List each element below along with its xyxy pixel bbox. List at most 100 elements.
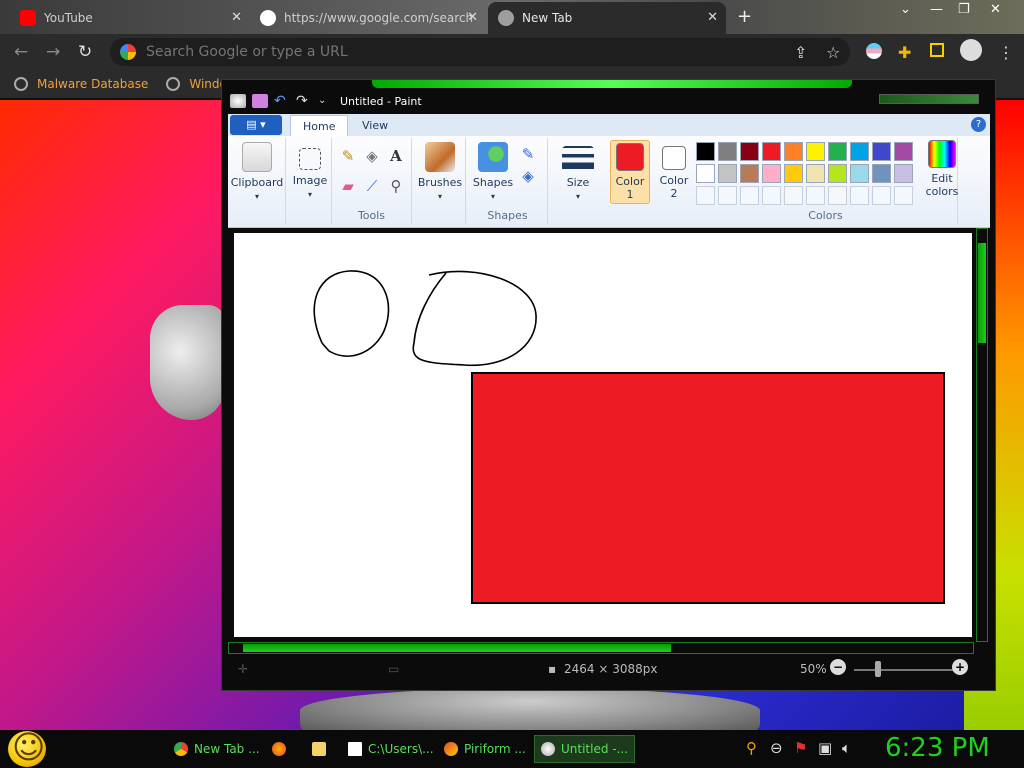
- start-button[interactable]: [8, 728, 46, 767]
- palette-swatch[interactable]: [762, 164, 781, 183]
- reload-icon[interactable]: ↻: [78, 42, 92, 62]
- palette-swatch[interactable]: [784, 186, 803, 205]
- pencil-icon[interactable]: ✎: [338, 146, 358, 166]
- zoom-slider-thumb[interactable]: [875, 661, 881, 677]
- back-icon[interactable]: ←: [14, 42, 28, 62]
- extension-flag-icon[interactable]: [866, 43, 882, 59]
- palette-swatch[interactable]: [806, 142, 825, 161]
- menu-kebab-icon[interactable]: ⋮: [998, 43, 1014, 62]
- zoom-in-icon[interactable]: +: [952, 659, 968, 675]
- palette-swatch[interactable]: [850, 186, 869, 205]
- address-input[interactable]: [146, 44, 746, 60]
- palette-swatch[interactable]: [784, 164, 803, 183]
- palette-swatch[interactable]: [894, 142, 913, 161]
- palette-swatch[interactable]: [872, 164, 891, 183]
- quick-access-dropdown-icon[interactable]: ⌄: [318, 94, 334, 108]
- shapes-button[interactable]: Shapes ▾: [468, 140, 518, 202]
- profile-avatar-icon[interactable]: [960, 39, 982, 61]
- palette-swatch[interactable]: [828, 164, 847, 183]
- window-controls[interactable]: [879, 94, 979, 104]
- eraser-icon[interactable]: ▰: [338, 176, 358, 196]
- tab-home[interactable]: Home: [290, 115, 349, 136]
- undo-icon[interactable]: ↶: [274, 94, 290, 108]
- horizontal-scrollbar[interactable]: [228, 642, 974, 654]
- zoom-slider-track[interactable]: [854, 669, 962, 671]
- search-icon[interactable]: ⚲: [746, 739, 757, 757]
- brushes-button[interactable]: Brushes ▾: [414, 140, 466, 202]
- outline-icon[interactable]: ✎: [518, 144, 538, 164]
- restore-icon[interactable]: ❐: [958, 2, 970, 17]
- palette-swatch[interactable]: [696, 186, 715, 205]
- palette-swatch[interactable]: [894, 186, 913, 205]
- palette-swatch[interactable]: [784, 142, 803, 161]
- palette-swatch[interactable]: [740, 164, 759, 183]
- tab-youtube[interactable]: YouTube ✕: [10, 2, 250, 34]
- volume-icon[interactable]: 🔈︎: [842, 739, 851, 757]
- taskbar-item-explorer[interactable]: [306, 735, 338, 763]
- bookmark-star-icon[interactable]: ☆: [826, 43, 840, 62]
- bookmark-malware-database[interactable]: Malware Database: [14, 77, 148, 91]
- redo-icon[interactable]: ↷: [296, 94, 312, 108]
- tab-google-search[interactable]: https://www.google.com/search ✕: [250, 2, 486, 34]
- palette-swatch[interactable]: [806, 164, 825, 183]
- vertical-scroll-thumb[interactable]: [978, 243, 986, 343]
- drawing-canvas[interactable]: [234, 233, 972, 637]
- forward-icon[interactable]: →: [46, 42, 60, 62]
- zoom-out-icon[interactable]: −: [830, 659, 846, 675]
- share-icon[interactable]: ⇪: [794, 43, 807, 62]
- minimize-icon[interactable]: —: [930, 2, 943, 17]
- address-bar[interactable]: [110, 38, 850, 66]
- fill-bucket-icon[interactable]: ◈: [362, 146, 382, 166]
- palette-swatch[interactable]: [850, 142, 869, 161]
- tab-view[interactable]: View: [350, 115, 400, 136]
- clipboard-button[interactable]: Clipboard ▾: [228, 140, 286, 202]
- palette-swatch[interactable]: [718, 186, 737, 205]
- tray-minus-icon[interactable]: ⊖: [770, 739, 783, 757]
- palette-swatch[interactable]: [828, 186, 847, 205]
- palette-swatch[interactable]: [762, 186, 781, 205]
- fill-icon[interactable]: ◈: [518, 166, 538, 186]
- color2-button[interactable]: Color 2: [654, 140, 694, 200]
- palette-swatch[interactable]: [872, 142, 891, 161]
- close-window-icon[interactable]: ✕: [990, 2, 1001, 17]
- extensions-puzzle-icon[interactable]: ✚: [898, 43, 911, 62]
- side-panel-icon[interactable]: [930, 43, 944, 57]
- palette-swatch[interactable]: [740, 142, 759, 161]
- palette-swatch[interactable]: [828, 142, 847, 161]
- palette-swatch[interactable]: [718, 142, 737, 161]
- close-icon[interactable]: ✕: [467, 10, 478, 25]
- palette-swatch[interactable]: [696, 142, 715, 161]
- size-button[interactable]: Size ▾: [550, 140, 606, 202]
- file-menu-button[interactable]: ▤ ▾: [230, 115, 282, 135]
- palette-swatch[interactable]: [806, 186, 825, 205]
- close-icon[interactable]: ✕: [707, 10, 718, 25]
- image-button[interactable]: Image ▾: [288, 140, 332, 200]
- taskbar-item-piriform[interactable]: Piriform ...: [438, 735, 532, 763]
- taskbar-item-7zip[interactable]: C:\Users\...: [342, 735, 440, 763]
- save-icon[interactable]: [252, 94, 268, 108]
- taskbar-item-chrome[interactable]: New Tab ...: [168, 735, 266, 763]
- close-icon[interactable]: ✕: [231, 10, 242, 25]
- palette-swatch[interactable]: [894, 164, 913, 183]
- new-tab-button[interactable]: +: [737, 6, 752, 27]
- chevron-down-icon[interactable]: ⌄: [900, 2, 911, 17]
- palette-swatch[interactable]: [740, 186, 759, 205]
- palette-swatch[interactable]: [872, 186, 891, 205]
- taskbar-item-paint[interactable]: Untitled -...: [534, 735, 636, 763]
- palette-swatch[interactable]: [850, 164, 869, 183]
- palette-swatch[interactable]: [718, 164, 737, 183]
- edit-colors-button[interactable]: Edit colors: [914, 138, 970, 198]
- palette-swatch[interactable]: [762, 142, 781, 161]
- magnifier-icon[interactable]: ⚲: [386, 176, 406, 196]
- color-picker-icon[interactable]: ⟋: [362, 176, 382, 196]
- horizontal-scroll-thumb[interactable]: [243, 644, 671, 652]
- text-tool-icon[interactable]: A: [386, 146, 406, 166]
- taskbar-item-firefox[interactable]: [266, 735, 298, 763]
- taskbar-clock[interactable]: 6:23 PM: [885, 733, 990, 763]
- palette-swatch[interactable]: [696, 164, 715, 183]
- color1-button[interactable]: Color 1: [610, 140, 650, 204]
- help-icon[interactable]: ?: [971, 117, 986, 132]
- network-icon[interactable]: ▣: [818, 739, 832, 757]
- tab-new-tab[interactable]: New Tab ✕: [488, 2, 726, 34]
- action-center-flag-icon[interactable]: ⚑: [794, 739, 807, 757]
